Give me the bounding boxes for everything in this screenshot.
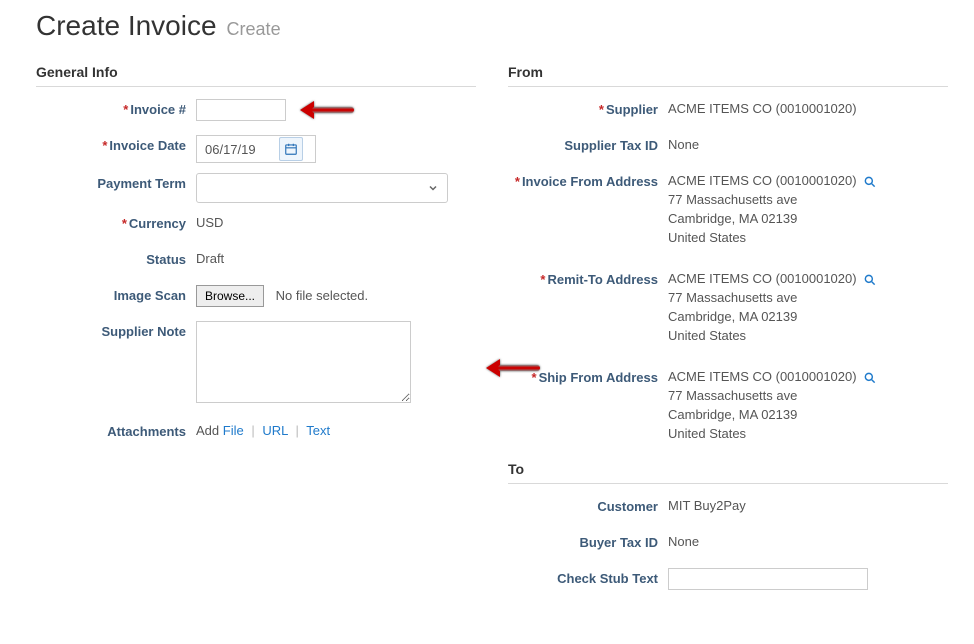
check-stub-text-input[interactable]	[668, 568, 868, 590]
attach-url-link[interactable]: URL	[262, 423, 288, 438]
address-line: Cambridge, MA 02139	[668, 309, 797, 324]
ship-from-address-name: ACME ITEMS CO (0010001020)	[668, 369, 857, 384]
address-line: Cambridge, MA 02139	[668, 407, 797, 422]
annotation-arrow-icon	[300, 101, 354, 119]
supplier-tax-id-label: Supplier Tax ID	[508, 135, 668, 157]
page-subtitle: Create	[227, 19, 281, 40]
invoice-number-input[interactable]	[196, 99, 286, 121]
section-heading-general: General Info	[36, 64, 476, 87]
chevron-down-icon	[427, 180, 439, 200]
supplier-tax-id-value: None	[668, 135, 948, 155]
search-icon	[863, 175, 877, 189]
calendar-icon	[284, 142, 298, 156]
invoice-date-label: *Invoice Date	[36, 135, 196, 157]
status-label: Status	[36, 249, 196, 271]
page-title: Create Invoice	[36, 10, 217, 42]
supplier-value: ACME ITEMS CO (0010001020)	[668, 99, 948, 119]
calendar-button[interactable]	[279, 137, 303, 161]
section-heading-from: From	[508, 64, 948, 87]
supplier-note-label: Supplier Note	[36, 321, 196, 343]
currency-label: *Currency	[36, 213, 196, 235]
annotation-arrow-icon	[486, 359, 540, 377]
attach-text-link[interactable]: Text	[306, 423, 330, 438]
attach-file-link[interactable]: File	[223, 423, 244, 438]
address-line: United States	[668, 426, 746, 441]
search-icon	[863, 371, 877, 385]
supplier-note-input[interactable]	[196, 321, 411, 403]
buyer-tax-id-value: None	[668, 532, 948, 552]
attachments-label: Attachments	[36, 421, 196, 443]
separator: |	[251, 423, 254, 438]
invoice-number-label: *Invoice #	[36, 99, 196, 121]
payment-term-label: Payment Term	[36, 173, 196, 195]
lookup-button[interactable]	[862, 272, 878, 288]
remit-to-address-label: *Remit-To Address	[508, 269, 668, 291]
invoice-from-address-name: ACME ITEMS CO (0010001020)	[668, 173, 857, 188]
lookup-button[interactable]	[862, 174, 878, 190]
check-stub-text-label: Check Stub Text	[508, 568, 668, 590]
buyer-tax-id-label: Buyer Tax ID	[508, 532, 668, 554]
remit-to-address-name: ACME ITEMS CO (0010001020)	[668, 271, 857, 286]
supplier-label: *Supplier	[508, 99, 668, 121]
browse-button[interactable]: Browse...	[196, 285, 264, 307]
address-line: 77 Massachusetts ave	[668, 192, 797, 207]
separator: |	[296, 423, 299, 438]
lookup-button[interactable]	[862, 370, 878, 386]
address-line: Cambridge, MA 02139	[668, 211, 797, 226]
from-to-section: From *Supplier ACME ITEMS CO (0010001020…	[508, 64, 948, 604]
general-info-section: General Info *Invoice # *Invoice Date	[36, 64, 476, 604]
address-line: United States	[668, 230, 746, 245]
invoice-date-input[interactable]	[203, 141, 279, 158]
attachments-add-text: Add	[196, 423, 219, 438]
address-line: 77 Massachusetts ave	[668, 388, 797, 403]
section-heading-to: To	[508, 461, 948, 484]
search-icon	[863, 273, 877, 287]
currency-value: USD	[196, 213, 476, 233]
image-scan-label: Image Scan	[36, 285, 196, 307]
invoice-from-address-label: *Invoice From Address	[508, 171, 668, 193]
payment-term-select[interactable]	[196, 173, 448, 203]
status-value: Draft	[196, 249, 476, 269]
no-file-text: No file selected.	[276, 288, 369, 303]
customer-label: Customer	[508, 496, 668, 518]
customer-value: MIT Buy2Pay	[668, 496, 948, 516]
address-line: United States	[668, 328, 746, 343]
address-line: 77 Massachusetts ave	[668, 290, 797, 305]
